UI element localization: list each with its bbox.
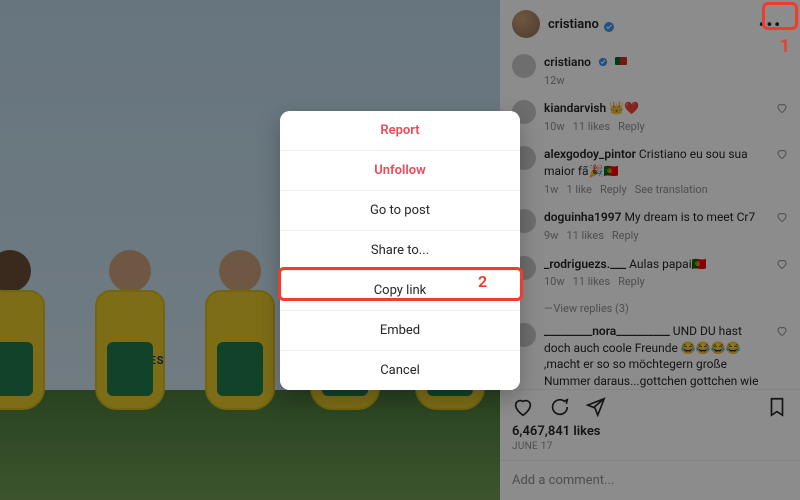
menu-item-embed[interactable]: Embed [280, 311, 520, 351]
menu-item-share-to[interactable]: Share to... [280, 231, 520, 271]
annotation-label-1: 1 [780, 36, 790, 57]
annotation-label-2: 2 [478, 272, 487, 291]
options-menu: ReportUnfollowGo to postShare to...Copy … [280, 111, 520, 390]
menu-item-cancel[interactable]: Cancel [280, 351, 520, 390]
menu-item-go-to-post[interactable]: Go to post [280, 191, 520, 231]
modal-overlay[interactable]: ReportUnfollowGo to postShare to...Copy … [0, 0, 800, 500]
menu-item-report[interactable]: Report [280, 111, 520, 151]
menu-item-unfollow[interactable]: Unfollow [280, 151, 520, 191]
